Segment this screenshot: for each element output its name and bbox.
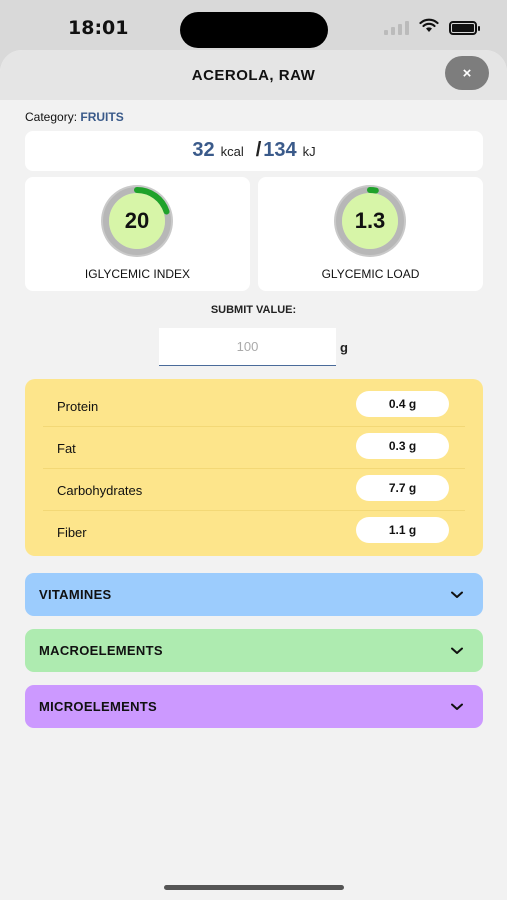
close-icon: × [462, 64, 472, 82]
nutrient-row-fat: Fat 0.3 g [43, 427, 465, 469]
nutrient-name: Fat [57, 441, 76, 456]
glycemic-index-label: IGLYCEMIC INDEX [84, 267, 191, 281]
glycemic-index-card: 20 IGLYCEMIC INDEX [25, 177, 250, 291]
energy-kj-unit: kJ [302, 144, 316, 159]
close-button[interactable]: × [445, 56, 489, 90]
nutrient-value: 7.7 g [356, 475, 449, 501]
nutrient-value: 0.3 g [356, 433, 449, 459]
energy-kcal-unit: kcal [220, 144, 244, 159]
chevron-down-icon [451, 699, 463, 714]
nutrient-value: 0.4 g [356, 391, 449, 417]
glycemic-load-gauge: 1.3 [322, 181, 418, 261]
category-value: FRUITS [80, 110, 124, 124]
chevron-down-icon [451, 643, 463, 658]
status-time: 18:01 [68, 17, 129, 39]
category-label: Category: [25, 110, 78, 124]
vitamines-section-label: VITAMINES [39, 587, 112, 602]
nutrient-name: Carbohydrates [57, 483, 143, 498]
home-indicator [164, 885, 344, 890]
energy-kcal-value: 32 [192, 139, 215, 161]
battery-icon [449, 21, 480, 35]
amount-unit: g [340, 340, 348, 355]
nutrient-value: 1.1 g [356, 517, 449, 543]
glycemic-load-card: 1.3 GLYCEMIC LOAD [258, 177, 483, 291]
macroelements-section-toggle[interactable]: MACROELEMENTS [25, 629, 483, 672]
macroelements-section-label: MACROELEMENTS [39, 643, 163, 658]
submit-value-label: SUBMIT VALUE: [210, 304, 297, 316]
energy-separator: / [255, 139, 262, 161]
food-detail-sheet: ACEROLA, RAW × Category: FRUITS 32 kcal … [0, 50, 507, 900]
amount-input[interactable] [159, 328, 336, 366]
category: Category: FRUITS [25, 110, 124, 124]
microelements-section-label: MICROELEMENTS [39, 699, 158, 714]
wifi-icon [419, 18, 439, 38]
status-bar: 18:01 [0, 0, 507, 55]
glycemic-index-value: 20 [124, 208, 150, 233]
nutrient-row-fiber: Fiber 1.1 g [43, 511, 465, 553]
status-icons [384, 18, 480, 38]
microelements-section-toggle[interactable]: MICROELEMENTS [25, 685, 483, 728]
energy-card: 32 kcal / 134 kJ [25, 131, 483, 171]
energy-kj-value: 134 [263, 139, 297, 161]
nutrient-row-carbohydrates: Carbohydrates 7.7 g [43, 469, 465, 511]
dynamic-island [180, 12, 328, 48]
nutrient-name: Protein [57, 399, 99, 414]
sheet-header: ACEROLA, RAW × [0, 50, 507, 100]
glycemic-load-value: 1.3 [354, 208, 386, 233]
nutrient-row-protein: Protein 0.4 g [43, 385, 465, 427]
chevron-down-icon [451, 587, 463, 602]
page-title: ACEROLA, RAW [191, 66, 316, 84]
vitamines-section-toggle[interactable]: VITAMINES [25, 573, 483, 616]
glycemic-index-gauge: 20 [89, 181, 185, 261]
nutrients-panel: Protein 0.4 g Fat 0.3 g Carbohydrates 7.… [25, 379, 483, 556]
glycemic-load-label: GLYCEMIC LOAD [321, 267, 420, 281]
nutrient-name: Fiber [57, 525, 87, 540]
signal-icon [384, 21, 409, 35]
